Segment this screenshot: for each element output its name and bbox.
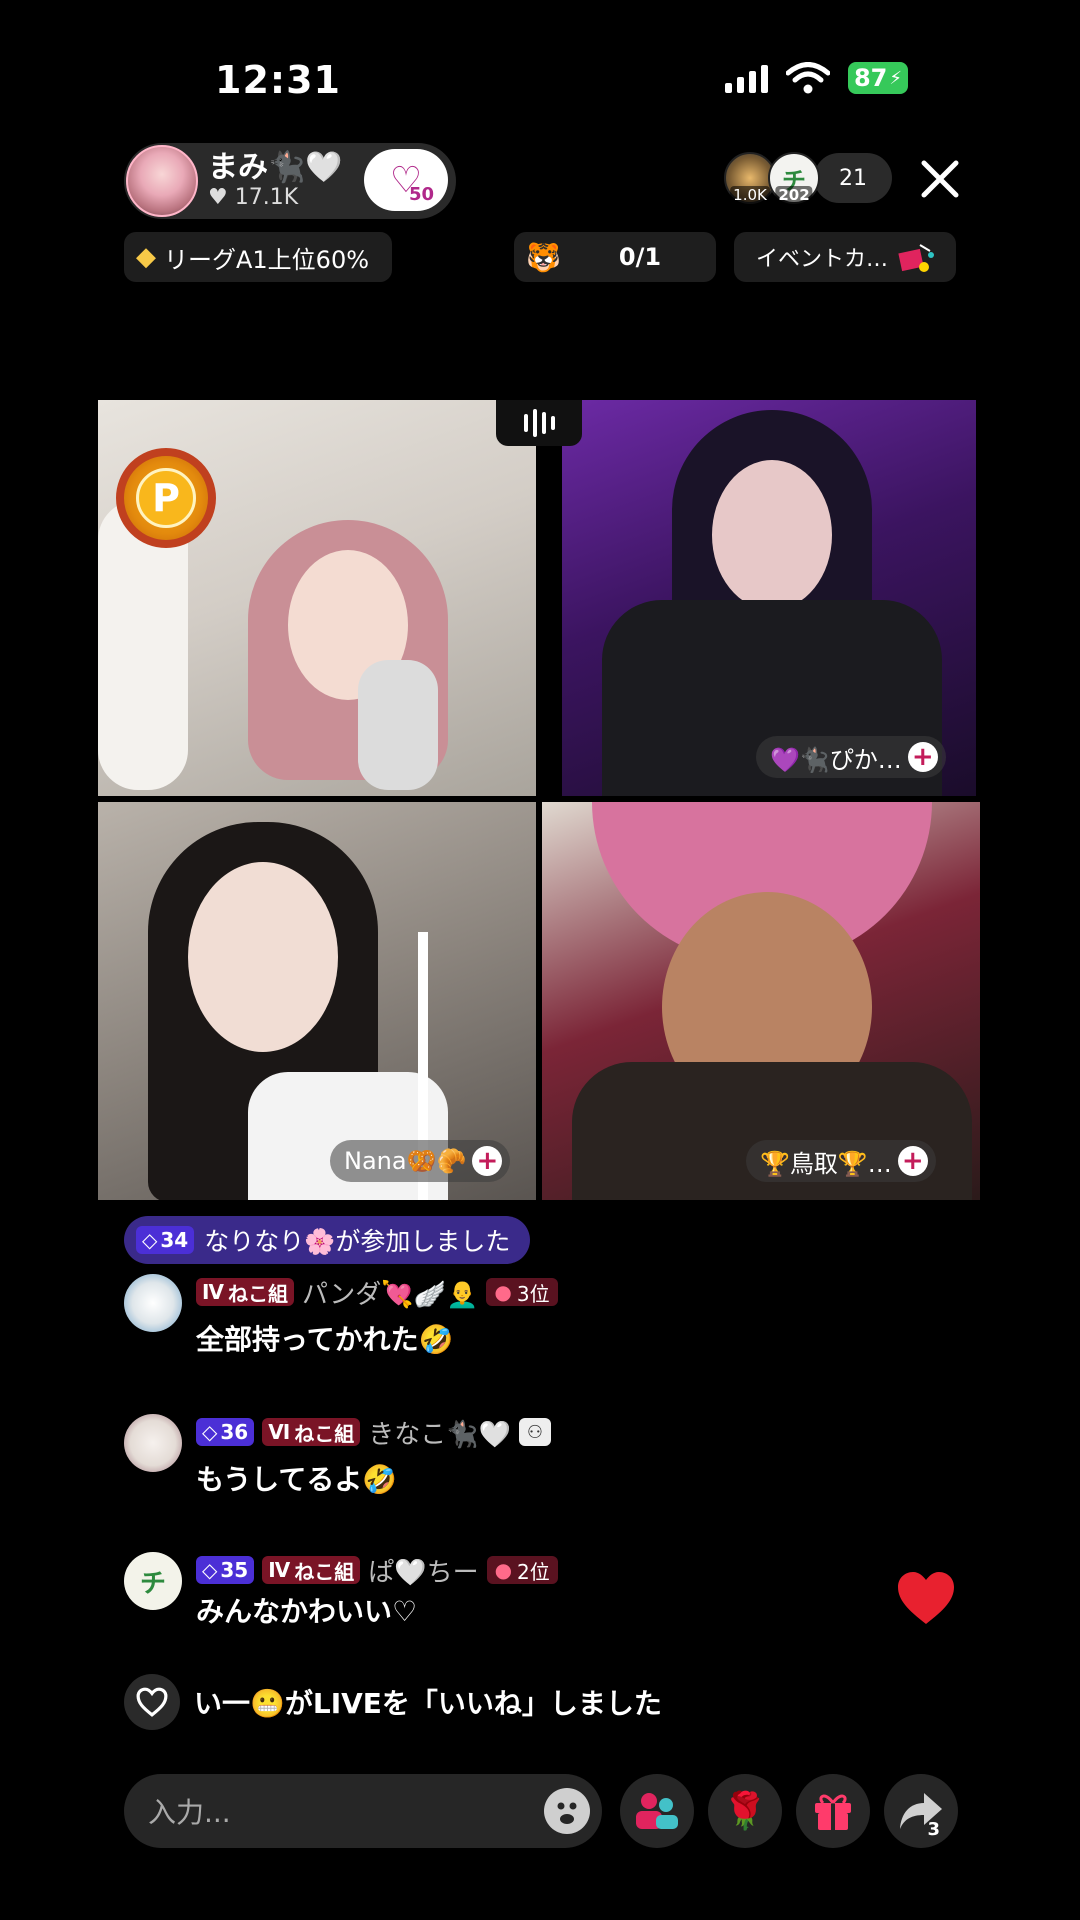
team-badge: Ⅳ ねこ組: [196, 1278, 294, 1306]
heart-outline-icon: [124, 1674, 180, 1730]
user-level: 36: [220, 1420, 249, 1444]
user-level-badge: ◇ 34: [136, 1226, 195, 1254]
wifi-icon: [785, 62, 830, 94]
diamond-level-icon: ◇: [202, 1558, 218, 1582]
viewer-score: 1.0K: [730, 186, 770, 204]
audio-bars-icon[interactable]: [496, 400, 582, 446]
medal-icon: ●: [494, 1558, 513, 1582]
user-level: 34: [160, 1228, 189, 1252]
follow-plus-icon[interactable]: +: [472, 1146, 503, 1176]
video-content: [188, 862, 338, 1052]
host-name: まみ🐈‍⬛🤍: [208, 150, 343, 185]
follow-plus-icon[interactable]: +: [907, 742, 938, 772]
charging-icon: ⚡: [889, 67, 902, 89]
team-level: Ⅳ: [202, 1280, 224, 1304]
like-text: い一😬がLIVEを「いいね」しました: [194, 1687, 662, 1720]
like-notification: い一😬がLIVEを「いいね」しました: [124, 1674, 662, 1730]
chat-avatar[interactable]: チ: [124, 1552, 182, 1610]
guest-name-tag[interactable]: Nana🥨🥐 +: [330, 1140, 511, 1182]
team-badge: Ⅳ ねこ組: [262, 1556, 361, 1584]
user-level-badge: ◇ 35: [196, 1556, 255, 1584]
chat-message[interactable]: チ ◇ 35 Ⅳ ねこ組 ぱ🤍ちー ● 2位 みんなかわいい♡: [124, 1552, 558, 1630]
guest-name-tag[interactable]: 💜🐈‍⬛ぴか… +: [756, 736, 946, 778]
user-level-badge: ◇ 36: [196, 1418, 255, 1446]
chat-text: もうしてるよ🤣: [196, 1463, 398, 1496]
cellular-signal-icon: [724, 63, 768, 93]
guest-name: 🏆鳥取🏆…: [760, 1149, 892, 1178]
diamond-level-icon: ◇: [142, 1228, 158, 1252]
rank-badge: ● 2位: [486, 1556, 558, 1584]
rose-icon: 🌹: [722, 1791, 768, 1832]
mission-progress[interactable]: 🐯 0/1: [514, 232, 716, 282]
follow-plus-icon[interactable]: +: [897, 1146, 928, 1176]
close-icon[interactable]: [918, 157, 962, 201]
team-level: Ⅵ: [268, 1420, 291, 1444]
people-icon: [636, 1793, 678, 1829]
gift-icon: [815, 1794, 851, 1830]
video-content: [712, 460, 832, 610]
guest-name-tag[interactable]: 🏆鳥取🏆… +: [746, 1140, 936, 1182]
chat-avatar[interactable]: [124, 1274, 182, 1332]
top-viewer-avatar[interactable]: チ 202: [768, 152, 820, 204]
join-text: なりなり🌸が参加しました: [204, 1227, 511, 1256]
chat-username[interactable]: きなこ🐈‍⬛🤍: [368, 1414, 511, 1451]
viewer-count[interactable]: 21: [814, 153, 892, 203]
guest-name: 💜🐈‍⬛ぴか…: [770, 745, 902, 774]
tiger-icon: 🐯: [526, 240, 561, 274]
gift-button[interactable]: [796, 1774, 870, 1848]
event-card[interactable]: イベントカ…: [734, 232, 956, 282]
event-gift-icon: [898, 244, 935, 272]
chat-avatar[interactable]: [124, 1414, 182, 1472]
points-coin-icon[interactable]: P: [116, 448, 216, 548]
status-time: 12:31: [215, 58, 341, 102]
league-rank[interactable]: ◆ リーグA1上位60%: [124, 232, 392, 282]
diamond-icon: ◆: [136, 242, 156, 272]
user-level: 35: [220, 1558, 249, 1582]
battery-level: 87: [853, 64, 888, 92]
guest-name: Nana🥨🥐: [344, 1147, 467, 1175]
status-icons: 87 ⚡: [724, 62, 908, 94]
share-count: 3: [927, 1819, 940, 1840]
chat-text: みんなかわいい♡: [196, 1595, 418, 1628]
chat-username[interactable]: ぱ🤍ちー: [368, 1552, 478, 1589]
comment-input[interactable]: 入力...: [124, 1774, 602, 1848]
share-button[interactable]: 3: [884, 1774, 958, 1848]
rank-badge: ● 3位: [486, 1278, 558, 1306]
battery-indicator: 87 ⚡: [847, 62, 908, 94]
host-likes: ♥ 17.1K: [208, 185, 299, 210]
chat-message[interactable]: Ⅳ ねこ組 パンダ💘🪽👨‍🦲 ● 3位 全部持ってかれた🤣: [124, 1274, 558, 1358]
team-name: ねこ組: [227, 1281, 288, 1306]
mission-value: 0/1: [618, 243, 662, 271]
rank-text: 3位: [516, 1281, 550, 1306]
team-name: ねこ組: [294, 1421, 355, 1446]
top-viewers[interactable]: 1.0K チ 202 21: [724, 152, 892, 204]
host-avatar[interactable]: [126, 145, 198, 217]
join-notification: ◇ 34 なりなり🌸が参加しました: [124, 1216, 531, 1264]
diamond-level-icon: ◇: [202, 1420, 218, 1444]
medal-icon: ●: [494, 1280, 512, 1304]
event-label: イベントカ…: [756, 247, 889, 272]
viewer-score: 202: [775, 186, 813, 204]
chat-text: 全部持ってかれた🤣: [196, 1323, 454, 1356]
guest-invite-button[interactable]: [620, 1774, 694, 1848]
group-member-icon: ⚇: [518, 1418, 551, 1446]
emoji-icon[interactable]: [544, 1788, 590, 1834]
chat-message[interactable]: ◇ 36 Ⅵ ねこ組 きなこ🐈‍⬛🤍 ⚇ もうしてるよ🤣: [124, 1414, 551, 1498]
rank-text: 2位: [517, 1559, 550, 1584]
host-profile[interactable]: まみ🐈‍⬛🤍 ♥ 17.1K ♡ 50: [124, 143, 456, 219]
coin-letter: P: [136, 468, 196, 528]
rose-gift-button[interactable]: 🌹: [708, 1774, 782, 1848]
comment-placeholder: 入力...: [148, 1796, 231, 1829]
team-level: Ⅳ: [268, 1558, 291, 1582]
team-badge: Ⅵ ねこ組: [262, 1418, 361, 1446]
microphone-image: [358, 660, 438, 790]
fan-club-badge[interactable]: ♡ 50: [364, 149, 448, 211]
shirt-print: [662, 690, 902, 730]
chat-username[interactable]: パンダ💘🪽👨‍🦲: [302, 1274, 478, 1311]
league-label: リーグA1上位60%: [164, 245, 370, 274]
fan-level: 50: [408, 184, 434, 205]
team-name: ねこ組: [294, 1559, 355, 1584]
floating-heart-icon: [898, 1572, 954, 1624]
